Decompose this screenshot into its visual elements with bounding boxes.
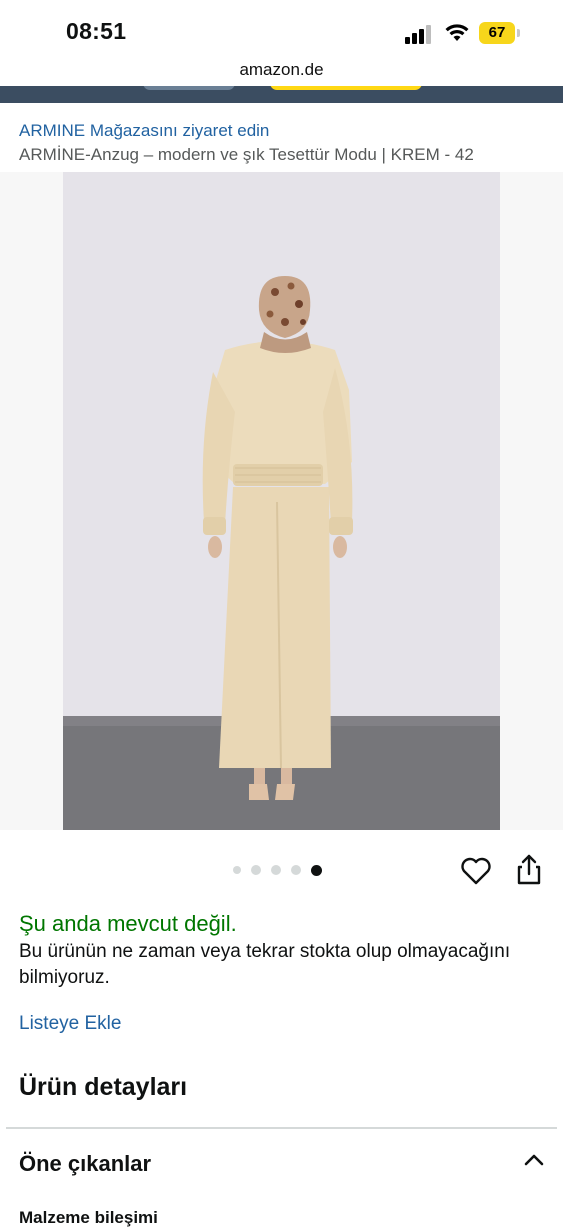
carousel-dot[interactable] [233, 866, 241, 874]
availability-description: Bu ürünün ne zaman veya tekrar stokta ol… [19, 941, 511, 988]
amazon-header-strip [0, 86, 563, 103]
add-to-list-link[interactable]: Listeye Ekle [19, 1013, 121, 1035]
product-photo[interactable] [63, 172, 500, 830]
share-icon[interactable] [512, 852, 546, 888]
address-bar-url[interactable]: amazon.de [0, 60, 563, 80]
material-composition-label: Malzeme bileşimi [19, 1208, 158, 1227]
image-carousel-dots[interactable] [233, 863, 322, 877]
product-image-area[interactable] [0, 172, 563, 830]
store-link[interactable]: ARMINE Mağazasını ziyaret edin [19, 121, 269, 141]
availability-status: Şu anda mevcut değil. [19, 911, 237, 936]
product-details-heading: Ürün detayları [19, 1073, 188, 1101]
carousel-dot[interactable] [271, 865, 281, 875]
product-title: ARMİNE-Anzug – modern ve şık Tesettür Mo… [19, 145, 474, 164]
header-primary-button[interactable] [270, 86, 422, 90]
carousel-dot[interactable] [251, 865, 261, 875]
heart-icon[interactable] [459, 854, 493, 888]
highlights-section-toggle[interactable]: Öne çıkanlar [19, 1151, 151, 1177]
wifi-icon [445, 24, 469, 41]
section-divider [6, 1127, 557, 1129]
battery-icon: 67 [479, 22, 521, 44]
status-bar: 08:51 67 amazon.de [0, 0, 563, 79]
header-button[interactable] [143, 86, 235, 90]
battery-level: 67 [488, 24, 506, 41]
status-time: 08:51 [66, 18, 127, 44]
carousel-dot[interactable] [291, 865, 301, 875]
carousel-dot-active[interactable] [311, 864, 322, 876]
chevron-up-icon[interactable] [523, 1152, 545, 1168]
cellular-signal-icon [405, 24, 435, 44]
